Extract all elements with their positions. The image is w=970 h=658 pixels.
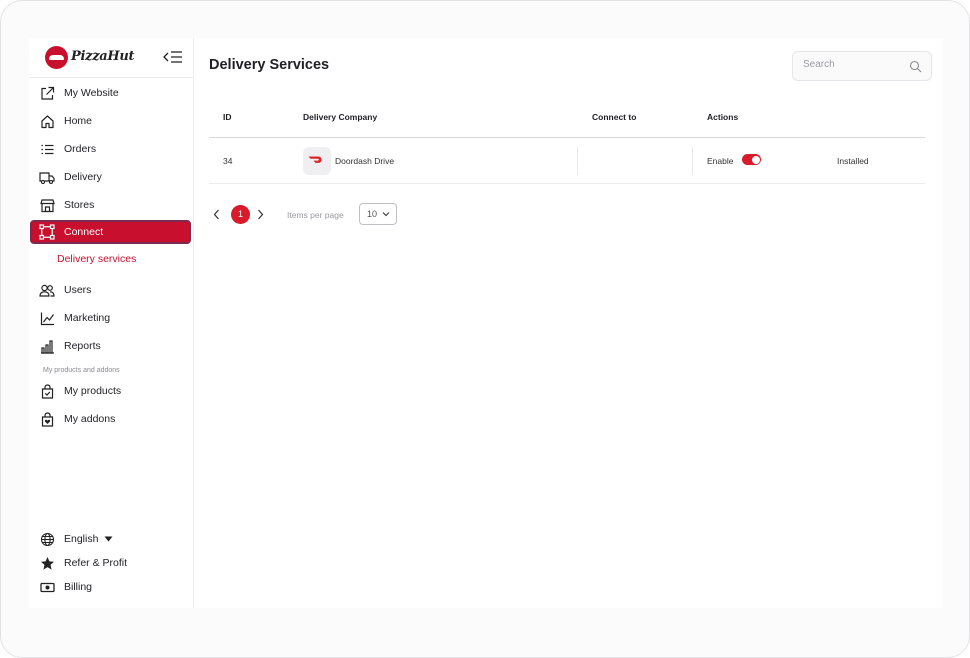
- sidebar-item-label: Connect: [64, 226, 104, 238]
- external-link-icon: [39, 85, 55, 101]
- table-header: ID Delivery Company Connect to Actions: [209, 102, 925, 138]
- sidebar-subitem-delivery-services[interactable]: Delivery services: [57, 253, 136, 265]
- sidebar: PizzaHut My Website Home Orders Delivery…: [29, 38, 194, 608]
- page-title: Delivery Services: [209, 57, 330, 73]
- list-icon: [39, 141, 55, 157]
- brand-header: PizzaHut: [29, 38, 194, 78]
- items-per-page-label: Items per page: [287, 210, 344, 220]
- enable-toggle[interactable]: [742, 154, 761, 165]
- cell-id: 34: [223, 156, 233, 166]
- search-input[interactable]: [803, 59, 903, 70]
- sidebar-item-label: Marketing: [64, 312, 111, 324]
- sidebar-item-billing[interactable]: Billing: [37, 575, 190, 599]
- collapse-sidebar-icon[interactable]: [163, 49, 183, 65]
- sidebar-item-label: Refer & Profit: [64, 557, 128, 569]
- sidebar-item-label: My Website: [64, 87, 119, 99]
- cell-company: Doordash Drive: [335, 156, 395, 166]
- sidebar-item-connect[interactable]: Connect: [30, 220, 191, 244]
- sidebar-item-label: Stores: [64, 199, 95, 211]
- home-icon: [39, 113, 55, 129]
- column-header-actions: Actions: [707, 112, 739, 122]
- product-bag-icon: [39, 383, 55, 399]
- sidebar-item-users[interactable]: Users: [37, 278, 190, 302]
- sidebar-item-label: Billing: [64, 581, 93, 593]
- connect-icon: [39, 224, 55, 240]
- device-frame: PizzaHut My Website Home Orders Delivery…: [0, 0, 970, 658]
- pizza-hut-logo-icon: [45, 46, 68, 69]
- column-header-connect-to: Connect to: [592, 112, 637, 122]
- sidebar-item-label: Delivery: [64, 171, 102, 183]
- language-selector[interactable]: English: [37, 527, 190, 551]
- billing-icon: [39, 579, 55, 595]
- sidebar-item-label: Home: [64, 115, 93, 127]
- chevron-right-icon[interactable]: [257, 209, 264, 220]
- sidebar-item-home[interactable]: Home: [37, 109, 190, 133]
- main-content: Delivery Services ID Delivery Company Co…: [194, 38, 943, 608]
- globe-icon: [39, 531, 55, 547]
- sidebar-item-label: Reports: [64, 340, 101, 352]
- sidebar-item-my-website[interactable]: My Website: [37, 81, 190, 105]
- search-box[interactable]: [792, 51, 932, 81]
- sidebar-item-orders[interactable]: Orders: [37, 137, 190, 161]
- column-header-delivery-company: Delivery Company: [303, 112, 378, 122]
- column-divider: [577, 147, 578, 175]
- page-number-current[interactable]: 1: [231, 205, 250, 224]
- users-icon: [39, 282, 55, 298]
- star-icon: [39, 555, 55, 571]
- status-installed: Installed: [837, 156, 869, 166]
- truck-icon: [39, 169, 55, 185]
- sidebar-item-stores[interactable]: Stores: [37, 193, 190, 217]
- app-window: PizzaHut My Website Home Orders Delivery…: [29, 38, 943, 608]
- sidebar-item-label: Orders: [64, 143, 97, 155]
- brand-name: PizzaHut: [71, 49, 135, 64]
- store-icon: [39, 197, 55, 213]
- search-icon[interactable]: [909, 60, 922, 73]
- chevron-down-icon: [382, 211, 390, 217]
- bar-chart-icon: [39, 338, 55, 354]
- table-row: 34 Doordash Drive Enable Installed: [209, 138, 925, 184]
- sidebar-item-delivery[interactable]: Delivery: [37, 165, 190, 189]
- column-header-id: ID: [223, 112, 232, 122]
- items-per-page-value: 10: [367, 209, 378, 219]
- sidebar-item-refer-profit[interactable]: Refer & Profit: [37, 551, 190, 575]
- pagination: 1 Items per page 10: [209, 203, 409, 227]
- sidebar-item-label: My products: [64, 385, 122, 397]
- sidebar-item-label: My addons: [64, 413, 116, 425]
- caret-down-icon: [104, 536, 113, 542]
- chart-line-icon: [39, 310, 55, 326]
- sidebar-item-my-products[interactable]: My products: [37, 379, 190, 403]
- sidebar-item-reports[interactable]: Reports: [37, 334, 190, 358]
- column-divider: [692, 147, 693, 175]
- chevron-left-icon[interactable]: [213, 209, 220, 220]
- section-label: My products and addons: [43, 367, 120, 374]
- doordash-logo-icon: [303, 147, 331, 175]
- sidebar-item-marketing[interactable]: Marketing: [37, 306, 190, 330]
- addon-bag-icon: [39, 411, 55, 427]
- sidebar-item-label: Users: [64, 284, 92, 296]
- enable-label: Enable: [707, 156, 734, 166]
- language-label: English: [64, 533, 99, 545]
- sidebar-item-my-addons[interactable]: My addons: [37, 407, 190, 431]
- items-per-page-select[interactable]: 10: [359, 203, 397, 225]
